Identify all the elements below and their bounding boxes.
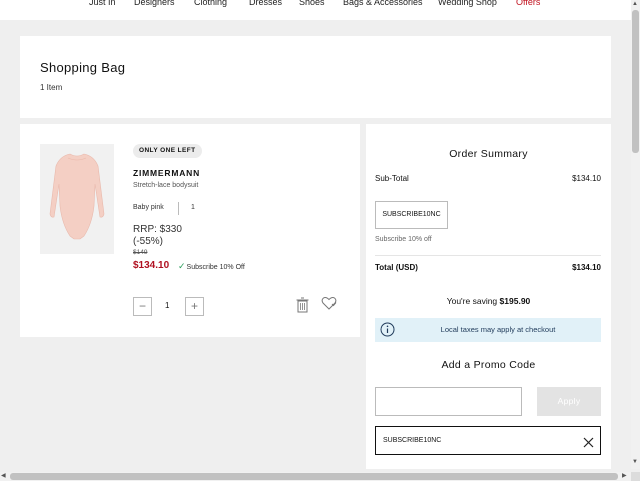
check-icon: ✓ (178, 261, 186, 271)
increase-quantity-button[interactable]: + (185, 297, 204, 316)
top-navigation: Just In Designers Clothing Dresses Shoes… (0, 0, 631, 20)
delete-item-button[interactable] (296, 297, 309, 318)
apply-button[interactable]: Apply (537, 387, 601, 416)
subtotal-label: Sub-Total (375, 174, 409, 183)
applied-code-description: Subscribe 10% off (375, 236, 432, 243)
tax-notice: Local taxes may apply at checkout (375, 318, 601, 342)
scroll-left-icon[interactable]: ◀ (1, 472, 6, 479)
product-size: 1 (191, 204, 195, 211)
nav-dresses[interactable]: Dresses (249, 0, 282, 9)
nav-wedding-shop[interactable]: Wedding Shop (438, 0, 497, 9)
nav-designers[interactable]: Designers (134, 0, 175, 9)
trash-icon (296, 297, 309, 313)
total-label: Total (USD) (375, 263, 418, 272)
bag-item: ONLY ONE LEFT ZIMMERMANN Stretch-lace bo… (20, 124, 360, 337)
promo-code-input[interactable] (375, 387, 522, 416)
scroll-right-icon[interactable]: ▶ (622, 472, 627, 479)
close-icon (583, 437, 594, 448)
total-value: $134.10 (572, 263, 601, 272)
divider (178, 202, 179, 215)
applied-promo-field[interactable]: SUBSCRIBE10NC (375, 426, 601, 455)
subscribe-tag: ✓Subscribe 10% Off (178, 261, 245, 272)
nav-bags-accessories[interactable]: Bags & Accessories (343, 0, 423, 9)
nav-offers[interactable]: Offers (516, 0, 540, 9)
order-summary: Order Summary Sub-Total $134.10 SUBSCRIB… (366, 124, 611, 469)
sale-price: $134.10 (133, 260, 170, 271)
plus-icon: + (190, 299, 198, 313)
minus-icon: − (138, 299, 146, 313)
nav-just-in[interactable]: Just In (89, 0, 116, 9)
scroll-up-icon[interactable]: ▲ (632, 1, 638, 7)
vertical-scrollbar[interactable]: ▲ ▼ (631, 0, 640, 469)
heart-icon (321, 297, 337, 310)
divider (375, 255, 601, 256)
scrollbar-corner (631, 472, 640, 481)
product-image[interactable] (40, 144, 114, 254)
applied-code-chip: SUBSCRIBE10NC (375, 201, 448, 229)
old-price: $149 (133, 249, 148, 256)
nav-shoes[interactable]: Shoes (299, 0, 325, 9)
scrollbar-thumb[interactable] (10, 473, 618, 480)
scroll-down-icon[interactable]: ▼ (632, 459, 638, 465)
rrp-price: RRP: $330 (-55%) (133, 224, 182, 247)
horizontal-scrollbar[interactable]: ◀ ▶ (0, 472, 631, 481)
saving-label: You're saving (446, 296, 498, 306)
subscribe-tag-label: Subscribe 10% Off (186, 264, 245, 271)
quantity-value: 1 (165, 301, 170, 310)
nav-clothing[interactable]: Clothing (194, 0, 227, 9)
decrease-quantity-button[interactable]: − (133, 297, 152, 316)
product-color: Baby pink (133, 204, 164, 211)
scrollbar-thumb[interactable] (632, 10, 639, 153)
saving-text: You're saving $195.90 (366, 296, 611, 306)
stock-badge: ONLY ONE LEFT (133, 144, 202, 158)
product-name[interactable]: Stretch-lace bodysuit (133, 182, 198, 189)
tax-notice-text: Local taxes may apply at checkout (440, 325, 556, 334)
order-summary-title: Order Summary (449, 148, 528, 160)
remove-promo-button[interactable] (583, 435, 594, 453)
applied-promo-code: SUBSCRIBE10NC (383, 437, 442, 444)
saving-value: $195.90 (499, 296, 531, 306)
item-count: 1 Item (40, 83, 63, 92)
page-title: Shopping Bag (40, 60, 126, 75)
product-brand[interactable]: ZIMMERMANN (133, 168, 200, 178)
subtotal-value: $134.10 (572, 174, 601, 183)
promo-code-title: Add a Promo Code (441, 359, 536, 371)
wishlist-button[interactable] (321, 296, 337, 316)
bag-header: Shopping Bag 1 Item (20, 36, 611, 118)
